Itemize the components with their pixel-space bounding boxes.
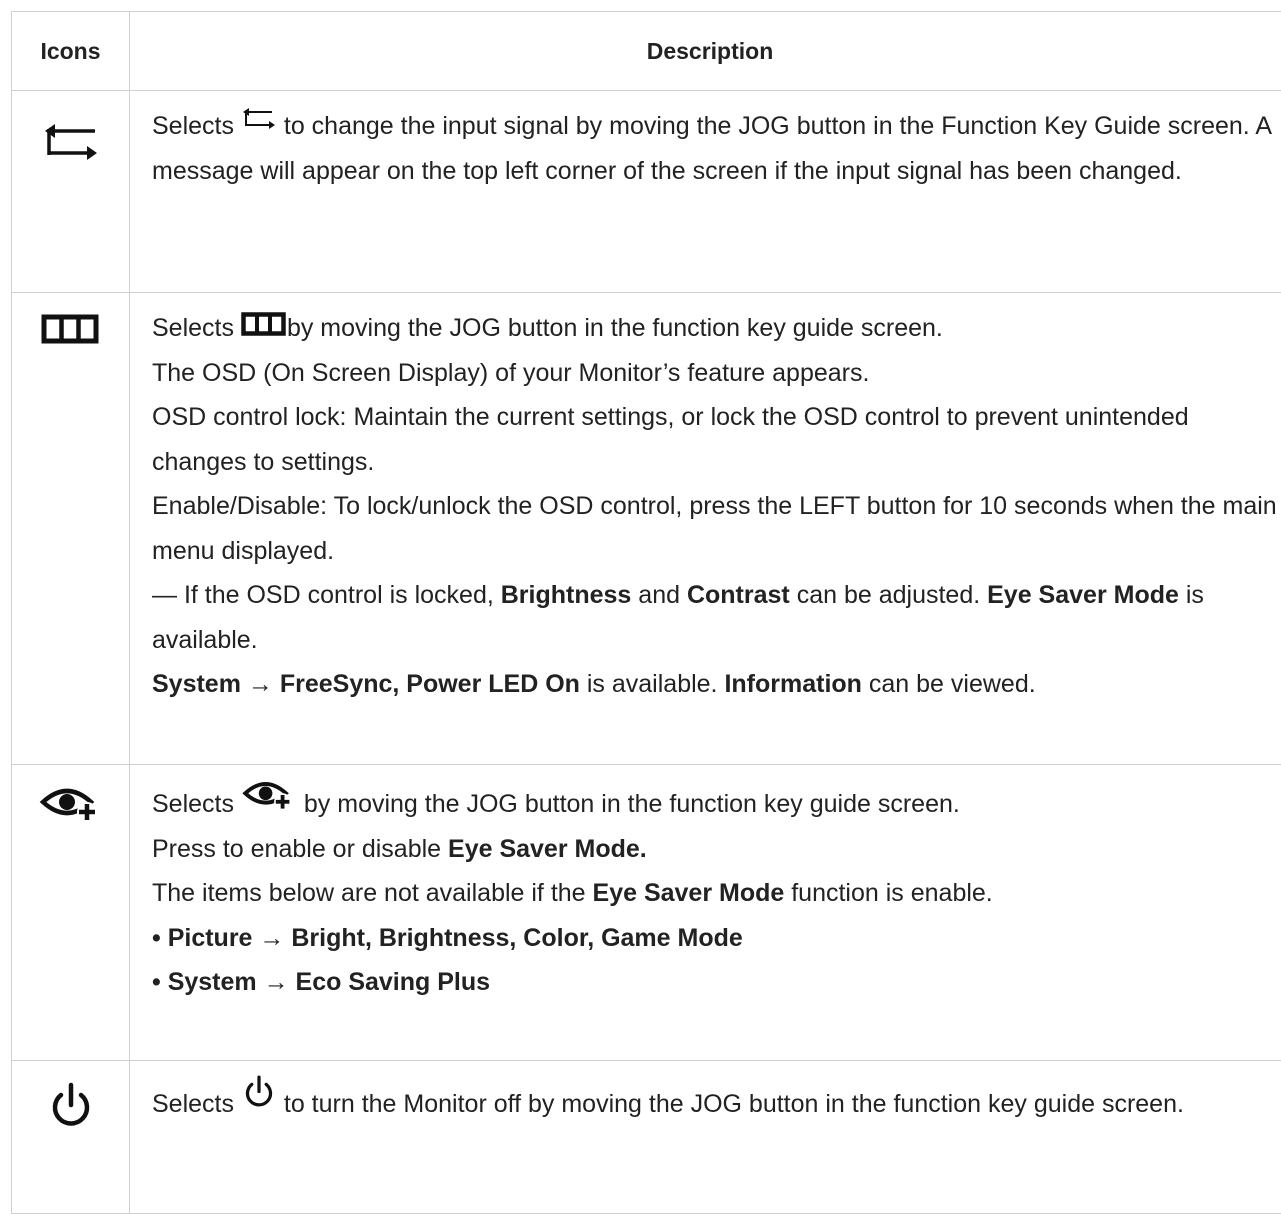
- description-cell: Selects to turn the Monitor off by movin…: [130, 1061, 1281, 1214]
- description-text: and: [631, 581, 687, 609]
- table-row: Selects to change the input signal by mo…: [12, 91, 1281, 293]
- table-row: Selects by moving the JOG button in the …: [12, 293, 1281, 765]
- header-icons: Icons: [12, 12, 130, 91]
- description-bold: • Picture → Bright, Brightness, Color, G…: [152, 924, 743, 952]
- menu-icon: [241, 312, 287, 336]
- icon-cell: [12, 1061, 130, 1214]
- table-row: Selects by moving the JOG button in the …: [12, 765, 1281, 1061]
- table-row: Selects to turn the Monitor off by movin…: [12, 1061, 1281, 1214]
- description-bold: Brightness: [501, 581, 632, 609]
- description-bold: Information: [724, 670, 862, 698]
- icon-cell: [12, 91, 130, 293]
- description-text: Selects: [152, 314, 234, 342]
- description-text: Press to enable or disable: [152, 835, 448, 863]
- description-text: The items below are not available if the: [152, 879, 593, 907]
- description-text: can be viewed.: [862, 670, 1036, 698]
- description-bold: • System → Eco Saving Plus: [152, 968, 490, 996]
- description-line: Press to enable or disable Eye Saver Mod…: [152, 827, 1278, 872]
- description-bold: System → FreeSync, Power LED On: [152, 670, 580, 698]
- description-text: by moving the JOG button in the function…: [304, 790, 960, 818]
- description-line: System → FreeSync, Power LED On is avail…: [152, 662, 1278, 707]
- power-icon: [241, 1074, 277, 1112]
- icon-cell: [12, 293, 130, 765]
- description-text: Selects: [152, 1090, 234, 1118]
- eye-saver-icon: [39, 784, 103, 824]
- description-line: Enable/Disable: To lock/unlock the OSD c…: [152, 484, 1278, 573]
- description-line: Selects to turn the Monitor off by movin…: [152, 1074, 1278, 1127]
- description-text: to change the input signal by moving the…: [152, 112, 1271, 185]
- eye-saver-icon: [241, 778, 297, 812]
- menu-icon: [41, 314, 101, 344]
- icon-description-table: Icons Description Selects to change the …: [11, 11, 1281, 1214]
- description-cell: Selects by moving the JOG button in the …: [130, 293, 1281, 765]
- description-text: Selects: [152, 790, 234, 818]
- description-bold: Eye Saver Mode: [987, 581, 1179, 609]
- description-text: Selects: [152, 112, 234, 140]
- icon-cell: [12, 765, 130, 1061]
- description-cell: Selects to change the input signal by mo…: [130, 91, 1281, 293]
- description-line: Selects by moving the JOG button in the …: [152, 778, 1278, 827]
- description-text: — If the OSD control is locked,: [152, 581, 501, 609]
- input-source-icon: [41, 111, 101, 171]
- description-cell: Selects by moving the JOG button in the …: [130, 765, 1281, 1061]
- description-bold: Contrast: [687, 581, 790, 609]
- description-line: • Picture → Bright, Brightness, Color, G…: [152, 916, 1278, 961]
- description-line: • System → Eco Saving Plus: [152, 960, 1278, 1005]
- power-icon: [46, 1081, 96, 1133]
- header-description: Description: [130, 12, 1281, 91]
- description-text: by moving the JOG button in the function…: [287, 314, 943, 342]
- description-line: The items below are not available if the…: [152, 871, 1278, 916]
- description-bold: Eye Saver Mode.: [448, 835, 647, 863]
- input-source-icon: [241, 104, 277, 134]
- description-line: — If the OSD control is locked, Brightne…: [152, 573, 1278, 662]
- description-line: The OSD (On Screen Display) of your Moni…: [152, 351, 1278, 396]
- description-line: Selects by moving the JOG button in the …: [152, 306, 1278, 351]
- description-text: to turn the Monitor off by moving the JO…: [284, 1090, 1184, 1118]
- description-line: OSD control lock: Maintain the current s…: [152, 395, 1278, 484]
- description-line: Selects to change the input signal by mo…: [152, 104, 1278, 193]
- header-row: Icons Description: [12, 12, 1281, 91]
- description-text: is available.: [580, 670, 725, 698]
- description-bold: Eye Saver Mode: [593, 879, 785, 907]
- description-text: function is enable.: [784, 879, 992, 907]
- description-text: can be adjusted.: [790, 581, 987, 609]
